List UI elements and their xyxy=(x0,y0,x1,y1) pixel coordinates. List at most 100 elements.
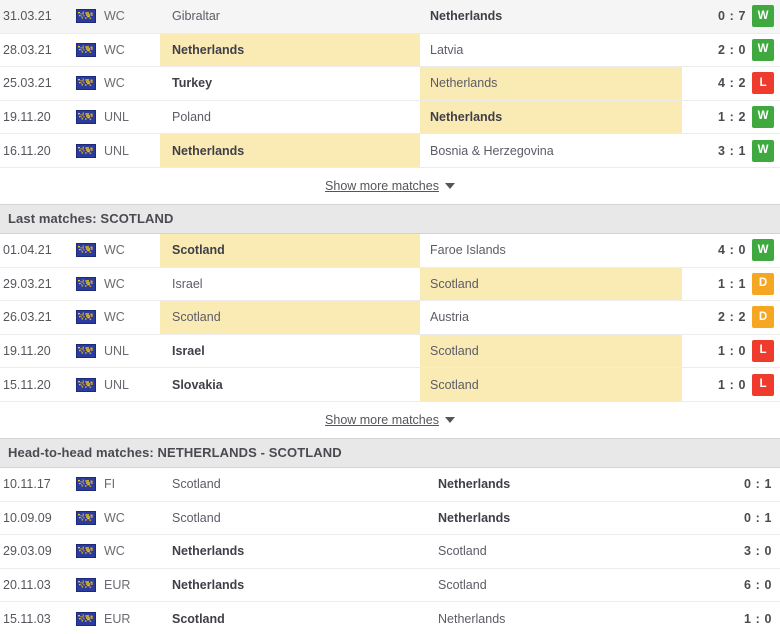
match-score: 0 : 1 xyxy=(743,510,772,525)
competition-flag-cell xyxy=(68,268,104,301)
status-badge: L xyxy=(752,340,774,363)
away-team-name: Faroe Islands xyxy=(430,243,506,258)
away-team-cell[interactable]: Scotland xyxy=(420,267,682,301)
home-team-cell[interactable]: Poland xyxy=(160,101,420,134)
match-score: 1 : 0 xyxy=(717,344,746,359)
match-score: 1 : 2 xyxy=(717,110,746,125)
match-date: 16.11.20 xyxy=(3,143,51,158)
home-team-cell[interactable]: Netherlands xyxy=(160,134,420,167)
away-team-cell[interactable]: Scotland xyxy=(420,334,682,368)
competition-code: WC xyxy=(104,510,125,525)
table-row[interactable]: 26.03.21 WC Scotland Austria 2 : 2 D xyxy=(0,301,780,335)
competition-flag-cell xyxy=(68,67,104,100)
match-score: 2 : 2 xyxy=(717,310,746,325)
home-team-name: Scotland xyxy=(172,243,225,258)
home-team-cell[interactable]: Turkey xyxy=(160,67,420,100)
table-row[interactable]: 19.11.20 UNL Poland Netherlands 1 : 2 W xyxy=(0,100,780,135)
globe-icon xyxy=(76,344,96,359)
match-score: 0 : 7 xyxy=(717,9,746,24)
home-team-cell[interactable]: Gibraltar xyxy=(160,0,420,33)
result-badge-cell: L xyxy=(752,368,780,401)
competition-flag-cell xyxy=(68,34,104,67)
table-row[interactable]: 19.11.20 UNL Israel Scotland 1 : 0 L xyxy=(0,334,780,369)
home-team-name: Scotland xyxy=(172,477,221,492)
result-badge-cell: W xyxy=(752,101,780,134)
table-row[interactable]: 10.09.09 WC Scotland Netherlands 0 : 1 xyxy=(0,501,780,536)
away-team-cell[interactable]: Netherlands xyxy=(420,0,682,33)
show-more-matches-button[interactable]: Show more matches xyxy=(325,179,455,193)
match-score: 3 : 1 xyxy=(717,143,746,158)
away-team-name: Netherlands xyxy=(438,477,511,492)
globe-icon xyxy=(76,9,96,24)
away-team-name: Scotland xyxy=(430,276,479,291)
match-date: 10.11.17 xyxy=(3,477,51,492)
home-team-name: Poland xyxy=(172,110,211,125)
table-row[interactable]: 29.03.21 WC Israel Scotland 1 : 1 D xyxy=(0,267,780,302)
away-team-cell[interactable]: Netherlands xyxy=(428,602,690,634)
match-date: 19.11.20 xyxy=(3,110,51,125)
table-row[interactable]: 28.03.21 WC Netherlands Latvia 2 : 0 W xyxy=(0,33,780,68)
home-team-cell[interactable]: Scotland xyxy=(160,233,420,267)
home-team-cell[interactable]: Netherlands xyxy=(160,535,428,568)
chevron-down-icon xyxy=(444,416,455,423)
result-badge-cell: W xyxy=(752,134,780,167)
away-team-cell[interactable]: Scotland xyxy=(428,569,690,602)
away-team-name: Latvia xyxy=(430,42,464,57)
away-team-cell[interactable]: Latvia xyxy=(420,34,682,67)
away-team-cell[interactable]: Scotland xyxy=(420,368,682,401)
table-row[interactable]: 31.03.21 WC Gibraltar Netherlands 0 : 7 W xyxy=(0,0,780,34)
status-badge: L xyxy=(752,373,774,396)
result-badge-cell: W xyxy=(752,234,780,267)
match-date: 28.03.21 xyxy=(3,42,52,57)
match-date: 15.11.03 xyxy=(3,611,51,626)
table-row[interactable]: 20.11.03 EUR Netherlands Scotland 6 : 0 xyxy=(0,568,780,603)
home-team-cell[interactable]: Scotland xyxy=(160,502,428,535)
match-date: 01.04.21 xyxy=(3,243,52,258)
away-team-cell[interactable]: Scotland xyxy=(428,535,690,568)
home-team-cell[interactable]: Scotland xyxy=(160,301,420,334)
table-row[interactable]: 16.11.20 UNL Netherlands Bosnia & Herzegovi… xyxy=(0,134,780,168)
table-row[interactable]: 25.03.21 WC Turkey Netherlands 4 : 2 L xyxy=(0,67,780,101)
home-team-name: Gibraltar xyxy=(172,9,220,24)
competition-code: UNL xyxy=(104,344,130,359)
match-list-last-matches-scotland: 01.04.21 WC Scotland Faroe Islands 4 : 0 W 29.… xyxy=(0,233,780,402)
away-team-cell[interactable]: Netherlands xyxy=(420,67,682,100)
home-team-cell[interactable]: Israel xyxy=(160,335,420,368)
match-score: 4 : 0 xyxy=(717,243,746,258)
away-team-name: Scotland xyxy=(430,344,479,359)
home-team-cell[interactable]: Slovakia xyxy=(160,368,420,401)
match-date: 29.03.09 xyxy=(3,544,52,559)
match-date: 31.03.21 xyxy=(3,9,52,24)
away-team-name: Netherlands xyxy=(438,611,506,626)
away-team-cell[interactable]: Netherlands xyxy=(428,502,690,535)
table-row[interactable]: 10.11.17 FI Scotland Netherlands 0 : 1 xyxy=(0,467,780,502)
away-team-name: Netherlands xyxy=(430,9,503,24)
table-row[interactable]: 29.03.09 WC Netherlands Scotland 3 : 0 xyxy=(0,535,780,569)
table-row[interactable]: 15.11.03 EUR Scotland Netherlands 1 : 0 xyxy=(0,602,780,634)
home-team-cell[interactable]: Scotland xyxy=(160,602,428,634)
result-badge-cell: L xyxy=(752,335,780,368)
home-team-name: Netherlands xyxy=(172,578,245,593)
competition-flag-cell xyxy=(68,535,104,568)
away-team-name: Scotland xyxy=(430,377,479,392)
away-team-name: Netherlands xyxy=(438,510,511,525)
home-team-cell[interactable]: Netherlands xyxy=(160,33,420,67)
competition-code: WC xyxy=(104,276,125,291)
away-team-cell[interactable]: Faroe Islands xyxy=(420,234,682,267)
away-team-cell[interactable]: Netherlands xyxy=(420,100,682,134)
competition-code: UNL xyxy=(104,110,130,125)
result-badge-cell: W xyxy=(752,34,780,67)
competition-code: WC xyxy=(104,76,125,91)
show-more-matches-button[interactable]: Show more matches xyxy=(325,413,455,427)
home-team-cell[interactable]: Israel xyxy=(160,268,420,301)
table-row[interactable]: 15.11.20 UNL Slovakia Scotland 1 : 0 L xyxy=(0,368,780,402)
home-team-cell[interactable]: Netherlands xyxy=(160,569,428,602)
table-row[interactable]: 01.04.21 WC Scotland Faroe Islands 4 : 0 W xyxy=(0,233,780,268)
away-team-name: Scotland xyxy=(438,544,487,559)
away-team-cell[interactable]: Netherlands xyxy=(428,468,690,501)
competition-flag-cell xyxy=(68,602,104,634)
competition-flag-cell xyxy=(68,335,104,368)
home-team-cell[interactable]: Scotland xyxy=(160,468,428,501)
away-team-cell[interactable]: Austria xyxy=(420,301,682,334)
away-team-cell[interactable]: Bosnia & Herzegovina xyxy=(420,134,682,167)
